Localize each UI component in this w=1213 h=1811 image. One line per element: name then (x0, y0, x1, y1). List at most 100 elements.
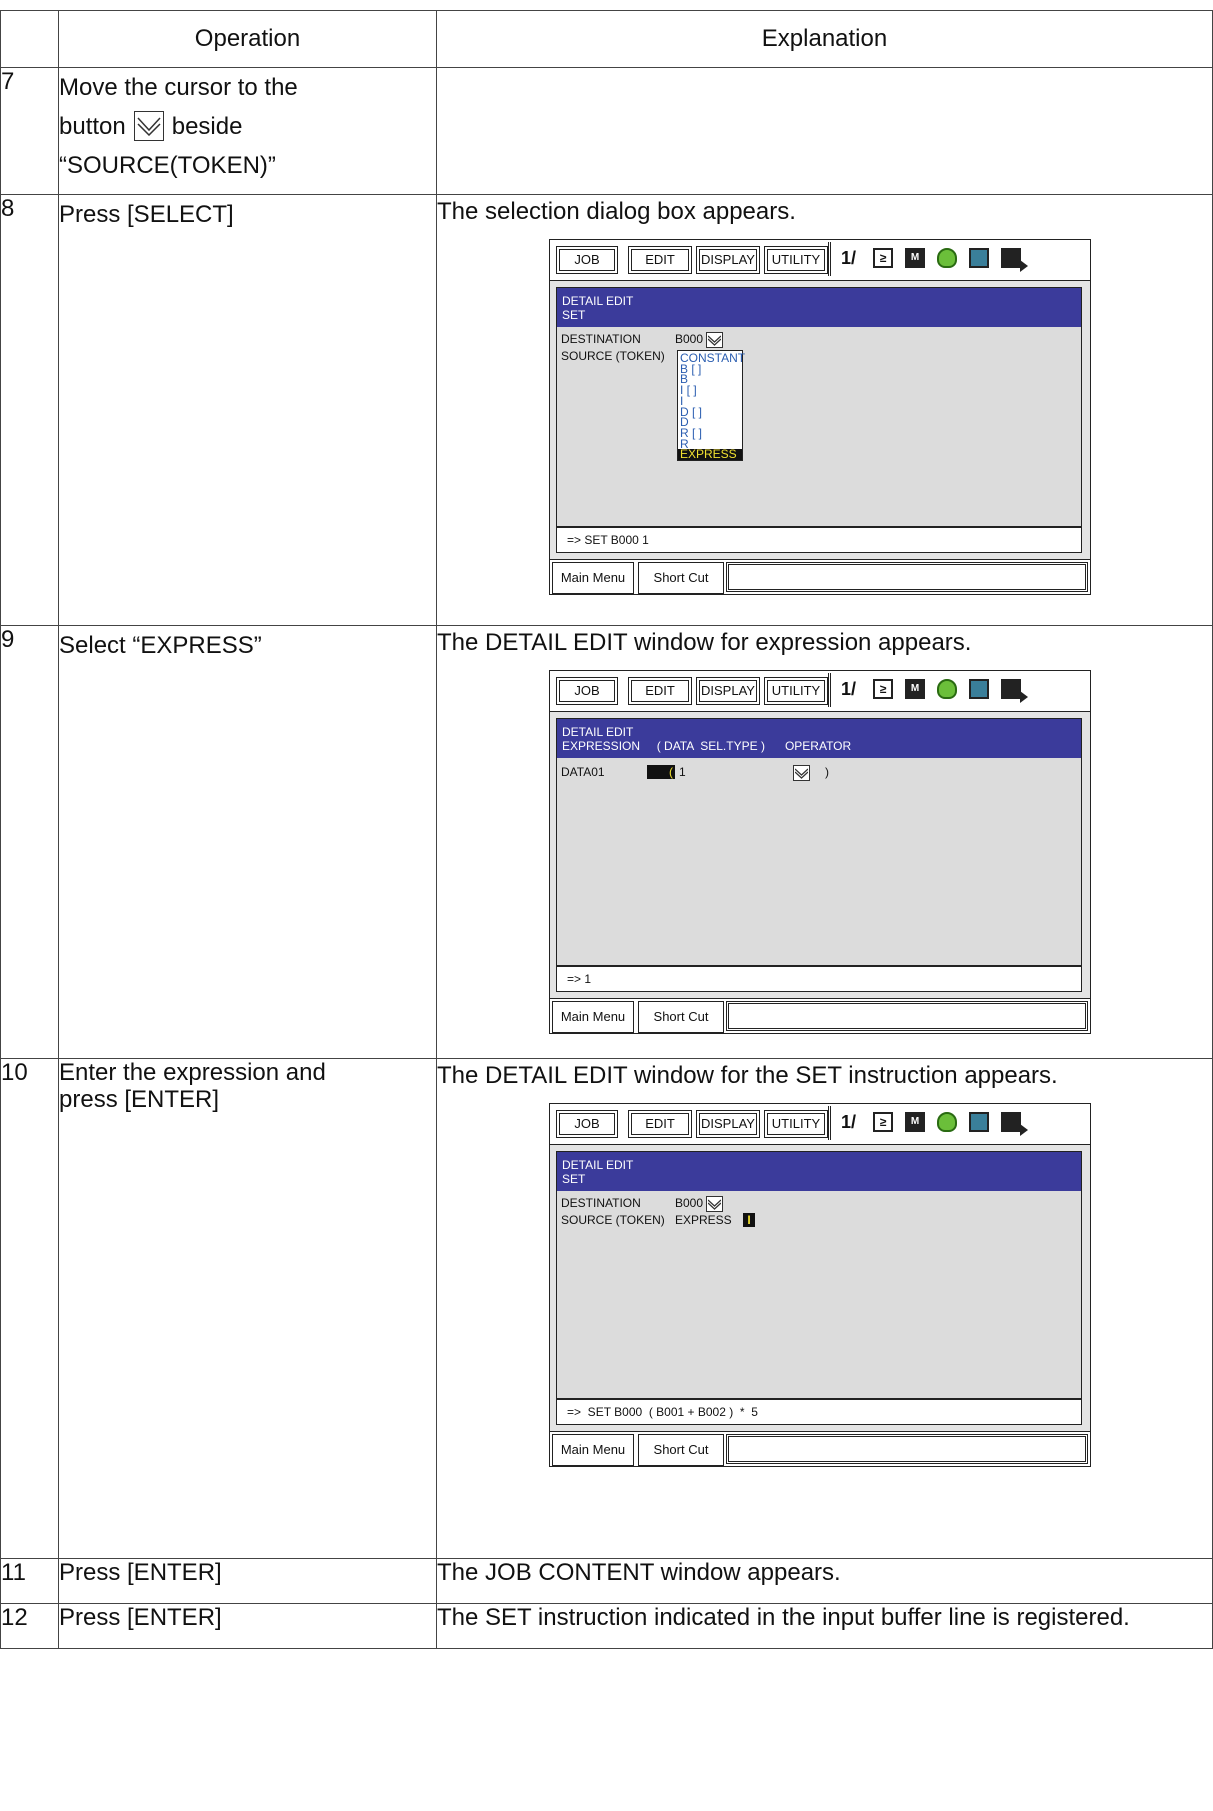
manual-mode-icon[interactable]: M (905, 679, 925, 699)
destination-value[interactable]: B000 (675, 332, 724, 348)
screen-title: DETAIL EDIT SET (557, 288, 1081, 327)
selection-listbox[interactable]: CONSTANT B [ ] B I [ ] I D [ ] D R [ ] R (677, 350, 745, 462)
title-line: DETAIL EDIT (562, 294, 634, 308)
manual-mode-icon[interactable]: M (905, 248, 925, 268)
chevron-down-icon[interactable] (706, 332, 724, 348)
source-value[interactable]: EXPRESS (675, 1213, 732, 1227)
manual-mode-icon[interactable]: M (905, 1112, 925, 1132)
table-row: 7 Move the cursor to the button beside “S… (0, 67, 1213, 195)
title-line: SET (562, 1172, 586, 1186)
utility-menu-button[interactable]: UTILITY (764, 246, 828, 274)
explanation-text: The DETAIL EDIT window for the SET instr… (437, 1062, 1058, 1089)
security-icon[interactable] (937, 248, 957, 268)
chevron-down-icon[interactable] (793, 765, 810, 781)
operation-line: Move the cursor to the (59, 74, 298, 101)
screen-title: DETAIL EDIT SET (557, 1152, 1081, 1191)
utility-menu-button[interactable]: UTILITY (764, 677, 828, 705)
destination-value[interactable]: B000 (675, 1196, 724, 1212)
pendant-frame: JOB EDIT DISPLAY UTILITY 1/ ≥ M DETAIL E… (549, 1103, 1091, 1467)
security-icon[interactable] (937, 679, 957, 699)
utility-menu-button[interactable]: UTILITY (764, 1110, 828, 1138)
close-paren[interactable]: ) (825, 765, 829, 779)
coordinate-icon[interactable]: 1/ (841, 248, 861, 268)
step-number: 8 (0, 194, 59, 626)
top-menu-bar: JOB EDIT DISPLAY UTILITY 1/ ≥ M (550, 1104, 1090, 1145)
data-value[interactable]: 1 (679, 765, 686, 779)
step-number: 11 (0, 1558, 59, 1604)
pendant-frame: JOB EDIT DISPLAY UTILITY 1/ ≥ M DETAIL E… (549, 239, 1091, 595)
speed-icon[interactable]: ≥ (873, 248, 893, 268)
main-screen: DETAIL EDIT SET DESTINATION B000 SOURCE … (556, 1151, 1082, 1399)
bottom-bar: Main Menu Short Cut (550, 1431, 1090, 1466)
header-explanation: Explanation (436, 10, 1213, 68)
table-row: 9 Select “EXPRESS” The DETAIL EDIT windo… (0, 625, 1213, 1059)
input-buffer-line: => SET B000 1 (556, 527, 1082, 553)
job-menu-button[interactable]: JOB (556, 677, 618, 705)
table-header-row: Operation Explanation (0, 10, 1213, 68)
operation-cell: Select “EXPRESS” (58, 625, 437, 1059)
procedure-table: Operation Explanation 7 Move the cursor … (0, 10, 1213, 1649)
main-menu-button[interactable]: Main Menu (552, 562, 634, 594)
main-screen: DETAIL EDIT EXPRESSION ( DATA SEL.TYPE )… (556, 718, 1082, 966)
source-label: SOURCE (TOKEN) (561, 1213, 665, 1227)
title-line: DETAIL EDIT (562, 725, 634, 739)
operation-line: “SOURCE(TOKEN)” (59, 152, 276, 179)
header-operation: Operation (58, 10, 437, 68)
source-label: SOURCE (TOKEN) (561, 349, 665, 363)
chevron-down-icon[interactable] (706, 1196, 724, 1212)
destination-label: DESTINATION (561, 332, 641, 346)
edit-menu-button[interactable]: EDIT (628, 1110, 692, 1138)
coordinate-icon[interactable]: 1/ (841, 1112, 861, 1132)
security-icon[interactable] (937, 1112, 957, 1132)
operation-line: Enter the expression and (59, 1059, 326, 1086)
exit-icon[interactable] (1001, 1112, 1028, 1136)
operation-cell: Enter the expression and press [ENTER] (58, 1058, 437, 1559)
title-line: SET (562, 308, 586, 322)
exit-icon[interactable] (1001, 679, 1028, 703)
cursor-mark[interactable]: I (743, 1213, 755, 1227)
short-cut-button[interactable]: Short Cut (638, 562, 724, 594)
main-menu-button[interactable]: Main Menu (552, 1001, 634, 1033)
short-cut-button[interactable]: Short Cut (638, 1001, 724, 1033)
coordinate-icon[interactable]: 1/ (841, 679, 861, 699)
step-number: 9 (0, 625, 59, 1059)
explanation-cell (436, 67, 1213, 195)
status-icons: 1/ ≥ M (828, 1106, 1093, 1140)
operation-cell: Press [ENTER] (58, 1603, 437, 1649)
main-menu-button[interactable]: Main Menu (552, 1434, 634, 1466)
edit-menu-button[interactable]: EDIT (628, 246, 692, 274)
operation-line: press [ENTER] (59, 1086, 220, 1113)
job-menu-button[interactable]: JOB (556, 1110, 618, 1138)
operation-text: beside (171, 113, 243, 140)
speed-icon[interactable]: ≥ (873, 1112, 893, 1132)
message-area (726, 1434, 1088, 1464)
display-menu-button[interactable]: DISPLAY (696, 1110, 760, 1138)
table-row: 12 Press [ENTER] The SET instruction ind… (0, 1603, 1213, 1649)
page-icon[interactable] (969, 1112, 989, 1132)
pendant-screen-selection: JOB EDIT DISPLAY UTILITY 1/ ≥ M DETAIL E… (549, 239, 1091, 595)
page-icon[interactable] (969, 679, 989, 699)
edit-menu-button[interactable]: EDIT (628, 677, 692, 705)
input-buffer-line: => SET B000 ( B001 + B002 ) * 5 (556, 1399, 1082, 1425)
display-menu-button[interactable]: DISPLAY (696, 677, 760, 705)
job-menu-button[interactable]: JOB (556, 246, 618, 274)
main-screen: DETAIL EDIT SET DESTINATION B000 SOURCE … (556, 287, 1082, 527)
speed-icon[interactable]: ≥ (873, 679, 893, 699)
open-paren-cursor[interactable]: ( (647, 765, 675, 779)
display-menu-button[interactable]: DISPLAY (696, 246, 760, 274)
explanation-text: The selection dialog box appears. (437, 198, 796, 225)
step-number: 10 (0, 1058, 59, 1559)
step-number: 12 (0, 1603, 59, 1649)
table-row: 8 Press [SELECT] The selection dialog bo… (0, 194, 1213, 626)
list-item[interactable]: I [ ] (678, 384, 742, 396)
page-icon[interactable] (969, 248, 989, 268)
type-select[interactable] (793, 765, 810, 781)
list-item-selected[interactable]: EXPRESS (678, 448, 742, 460)
table-row: 11 Press [ENTER] The JOB CONTENT window … (0, 1558, 1213, 1604)
operation-cell: Move the cursor to the button beside “SOU… (58, 67, 437, 195)
destination-value-text: B000 (675, 332, 704, 347)
exit-icon[interactable] (1001, 248, 1028, 272)
short-cut-button[interactable]: Short Cut (638, 1434, 724, 1466)
message-area (726, 562, 1088, 592)
explanation-text: The DETAIL EDIT window for expression ap… (437, 629, 972, 656)
